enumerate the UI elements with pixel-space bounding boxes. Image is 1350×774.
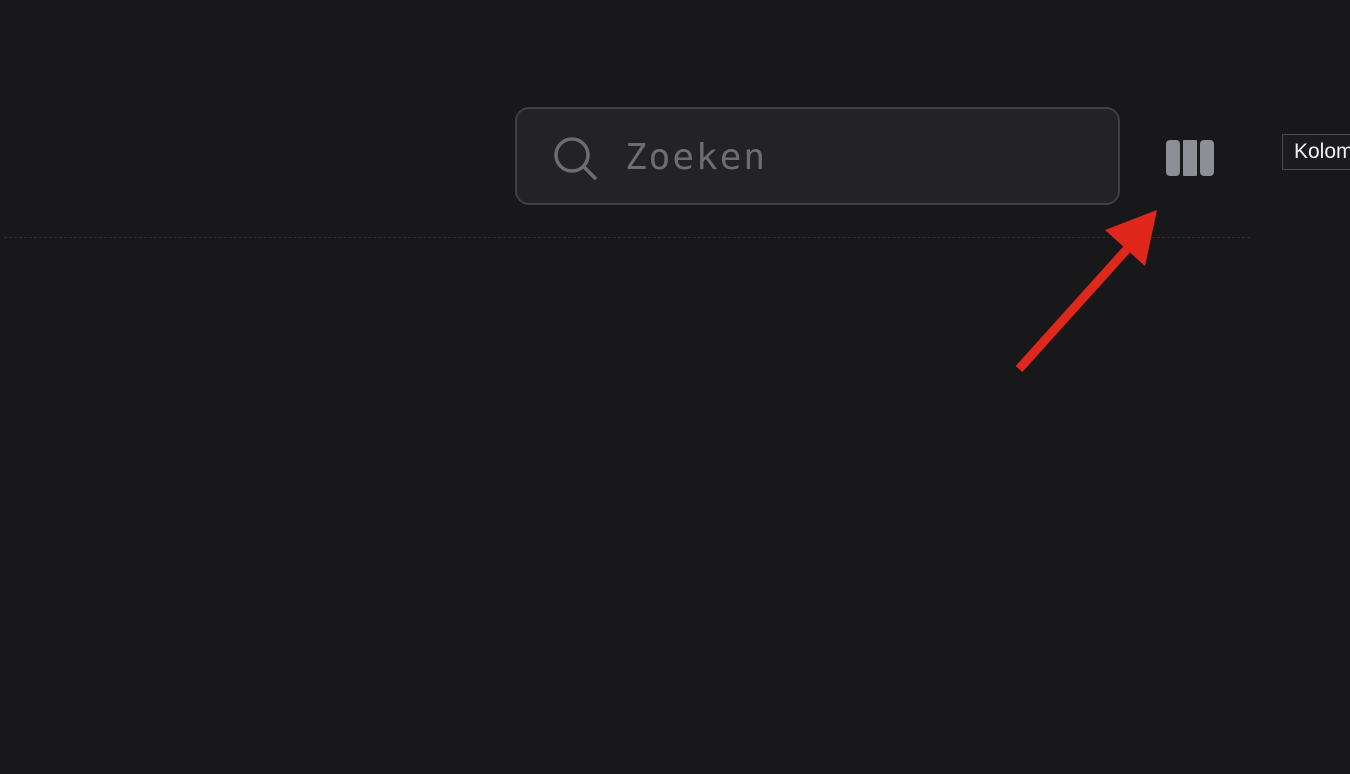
divider — [4, 237, 1250, 238]
columns-tooltip: Kolom — [1282, 134, 1350, 170]
search-input[interactable] — [625, 127, 1095, 187]
page: Kolom — [0, 0, 1350, 774]
search-box[interactable] — [515, 107, 1120, 205]
search-icon — [554, 137, 597, 180]
columns-icon — [1166, 140, 1214, 176]
columns-button[interactable] — [1164, 138, 1216, 178]
